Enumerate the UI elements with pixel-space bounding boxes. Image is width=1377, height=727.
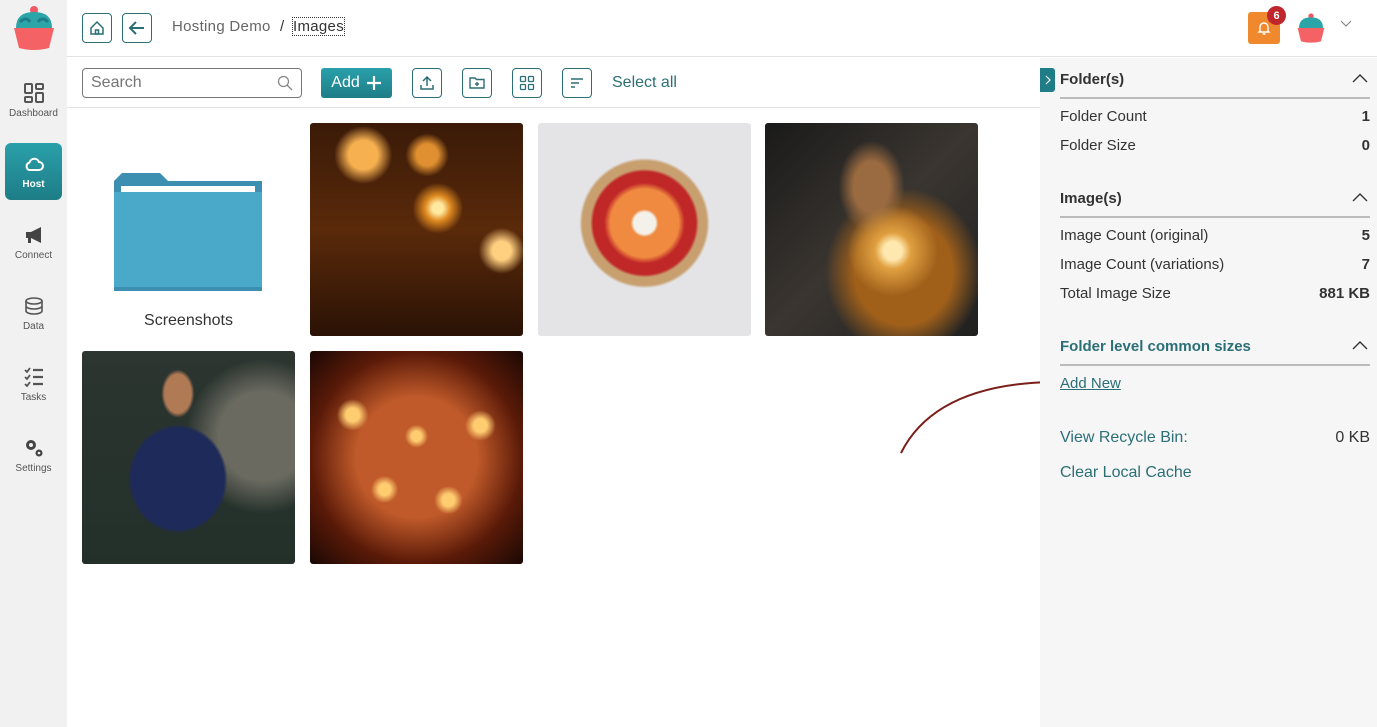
breadcrumb-parent[interactable]: Hosting Demo <box>172 18 271 35</box>
toolbar: Add Select all <box>67 58 1040 108</box>
avatar[interactable] <box>1295 12 1327 44</box>
sidebar-item-label: Host <box>22 179 45 190</box>
add-new-size-link[interactable]: Add New <box>1060 375 1121 392</box>
image-count-original-row: Image Count (original) 5 <box>1060 227 1370 244</box>
image-thumbnail[interactable] <box>310 351 523 564</box>
breadcrumb-separator: / <box>280 18 285 35</box>
row-value: 1 <box>1361 108 1370 125</box>
sidebar-item-connect[interactable]: Connect <box>5 214 62 271</box>
cupcake-logo[interactable] <box>10 4 58 52</box>
row-label: Image Count (variations) <box>1060 256 1225 273</box>
chevron-down-icon[interactable] <box>1340 20 1352 28</box>
chevron-up-icon[interactable] <box>1352 192 1368 202</box>
recycle-bin-row: View Recycle Bin: 0 KB <box>1060 429 1370 447</box>
section-title: Image(s) <box>1060 190 1122 207</box>
sort-icon <box>571 78 583 88</box>
back-button[interactable] <box>122 13 152 43</box>
grid-view-button[interactable] <box>512 68 542 98</box>
sidebar-item-label: Settings <box>15 463 52 474</box>
search-input[interactable] <box>82 68 302 98</box>
sidebar-item-tasks[interactable]: Tasks <box>5 356 62 413</box>
sidebar-item-data[interactable]: Data <box>5 285 62 342</box>
notification-count-badge: 6 <box>1267 6 1286 25</box>
home-button[interactable] <box>82 13 112 43</box>
megaphone-icon <box>25 227 41 243</box>
dashboard-icon <box>23 83 44 103</box>
top-bar: Hosting Demo / Images <box>67 0 1377 57</box>
section-title: Folder level common sizes <box>1060 338 1251 355</box>
folder-plus-icon <box>469 77 485 89</box>
sidebar: Dashboard Host Connect Data Tasks Settin… <box>0 0 67 727</box>
sidebar-item-label: Data <box>22 321 45 332</box>
select-all-link[interactable]: Select all <box>612 74 677 92</box>
info-panel: Folder(s) Folder Count 1 Folder Size 0 Ima… <box>1040 58 1377 727</box>
images-section-header[interactable]: Image(s) <box>1060 190 1370 218</box>
sidebar-item-settings[interactable]: Settings <box>5 427 62 484</box>
folders-section-header[interactable]: Folder(s) <box>1060 71 1370 99</box>
row-value: 0 <box>1361 137 1370 154</box>
row-label: Total Image Size <box>1060 285 1171 302</box>
panel-toggle-button[interactable] <box>1040 68 1055 92</box>
folder-icon <box>114 173 262 291</box>
folder-count-row: Folder Count 1 <box>1060 108 1370 125</box>
recycle-bin-size: 0 KB <box>1335 429 1370 446</box>
grid-icon <box>519 75 535 91</box>
row-value: 881 KB <box>1319 285 1370 302</box>
section-title: Folder(s) <box>1060 71 1125 88</box>
total-image-size-row: Total Image Size 881 KB <box>1060 285 1370 302</box>
sidebar-item-dashboard[interactable]: Dashboard <box>5 72 62 129</box>
database-icon <box>24 297 43 315</box>
view-recycle-bin-link[interactable]: View Recycle Bin: <box>1060 429 1188 446</box>
image-thumbnail[interactable] <box>310 123 523 336</box>
image-thumbnail[interactable] <box>765 123 978 336</box>
add-button[interactable]: Add <box>321 68 392 98</box>
sort-button[interactable] <box>562 68 592 98</box>
cloud-icon <box>25 157 44 171</box>
sidebar-item-label: Connect <box>14 250 53 261</box>
breadcrumb-current: Images <box>292 17 345 36</box>
folder-size-row: Folder Size 0 <box>1060 137 1370 154</box>
arrow-left-icon <box>128 21 144 35</box>
row-label: Folder Count <box>1060 108 1147 125</box>
new-folder-button[interactable] <box>462 68 492 98</box>
sidebar-item-label: Dashboard <box>9 108 58 119</box>
search-icon[interactable] <box>277 75 293 91</box>
chevron-up-icon[interactable] <box>1352 73 1368 83</box>
chevron-right-icon <box>1045 75 1051 85</box>
folder-name: Screenshots <box>144 312 233 329</box>
add-button-label: Add <box>331 74 360 91</box>
image-thumbnail[interactable] <box>82 351 295 564</box>
checklist-icon <box>23 367 43 388</box>
image-count-variations-row: Image Count (variations) 7 <box>1060 256 1370 273</box>
row-label: Image Count (original) <box>1060 227 1209 244</box>
clear-local-cache-link[interactable]: Clear Local Cache <box>1060 464 1192 482</box>
sidebar-item-host[interactable]: Host <box>5 143 62 200</box>
image-thumbnail[interactable] <box>538 123 751 336</box>
common-sizes-section-header[interactable]: Folder level common sizes <box>1060 338 1370 366</box>
home-icon <box>90 20 104 35</box>
row-label: Folder Size <box>1060 137 1136 154</box>
chevron-up-icon[interactable] <box>1352 340 1368 350</box>
sidebar-item-label: Tasks <box>20 392 47 403</box>
folder-item[interactable]: Screenshots <box>82 123 295 336</box>
row-value: 7 <box>1361 256 1370 273</box>
plus-icon <box>366 76 381 90</box>
row-value: 5 <box>1361 227 1370 244</box>
upload-button[interactable] <box>412 68 442 98</box>
upload-icon <box>420 75 434 90</box>
gears-icon <box>25 440 42 457</box>
